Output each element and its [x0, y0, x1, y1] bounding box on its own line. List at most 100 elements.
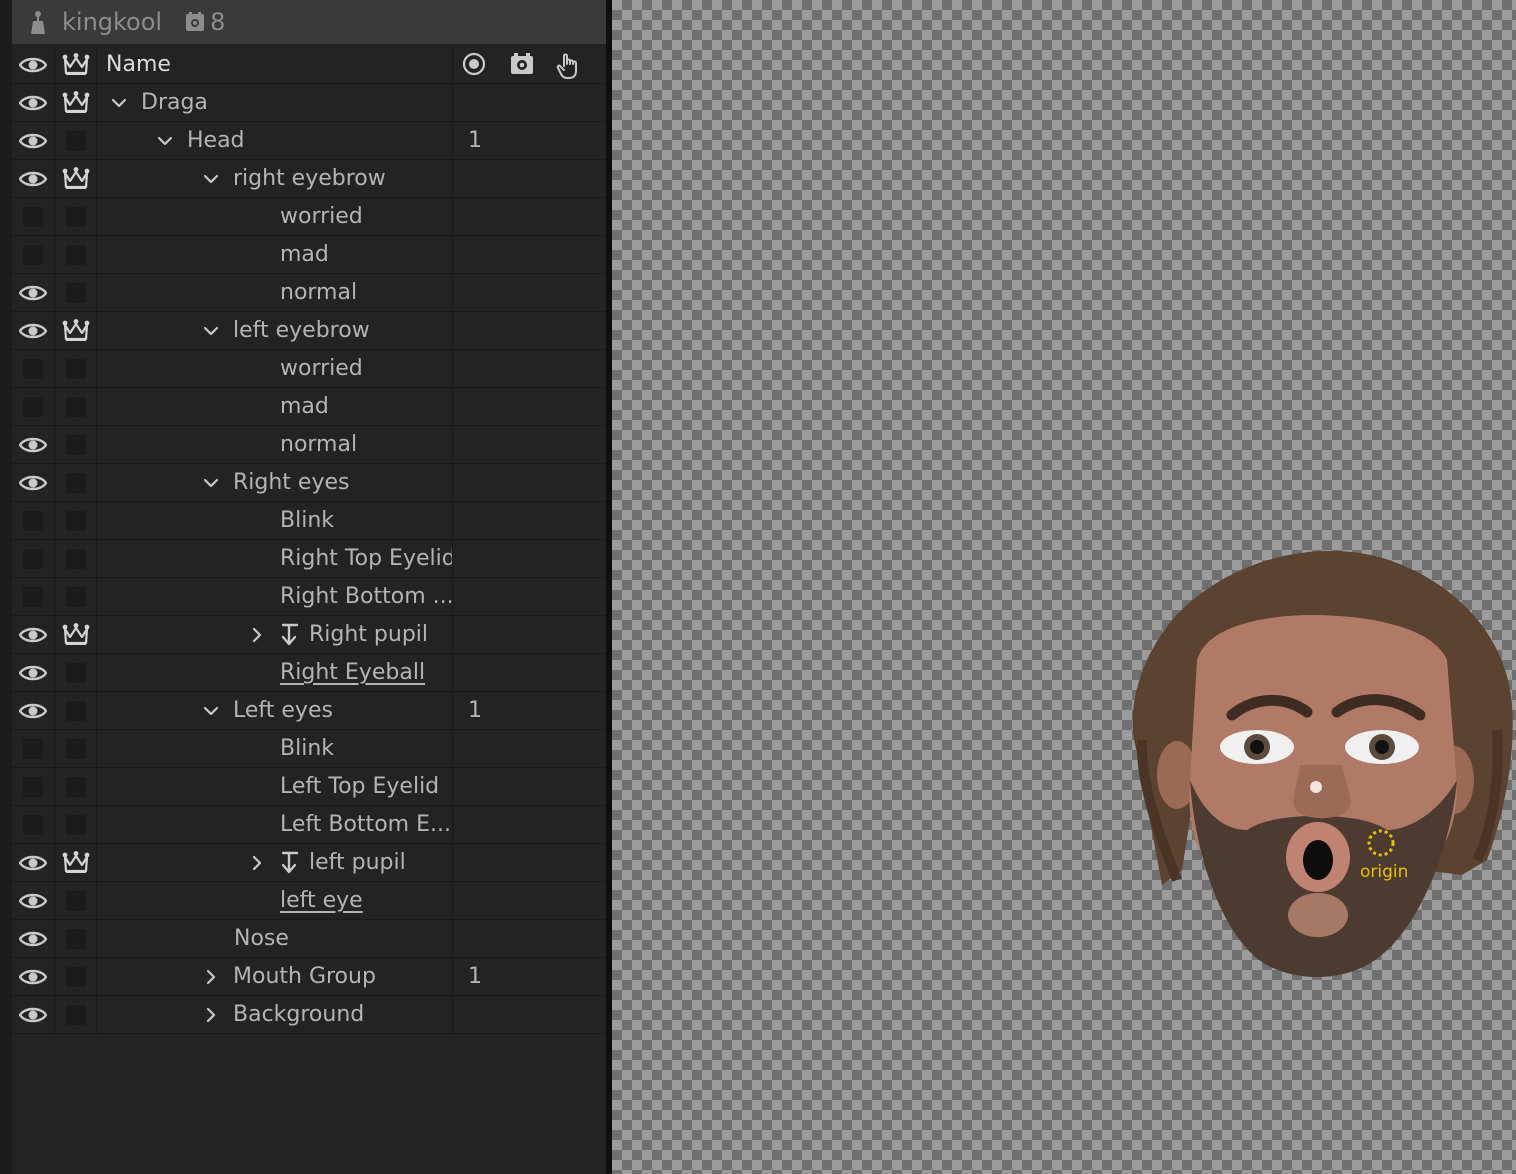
- layer-row[interactable]: left pupil: [12, 844, 606, 882]
- layer-name-cell[interactable]: Head: [97, 122, 453, 159]
- visibility-toggle[interactable]: [12, 996, 55, 1033]
- layer-name-cell[interactable]: normal: [97, 274, 453, 311]
- arm-toggle[interactable]: [55, 274, 97, 311]
- layer-name-cell[interactable]: left eye: [97, 882, 453, 919]
- visibility-toggle[interactable]: [12, 464, 55, 501]
- chevron-right-icon[interactable]: [203, 969, 219, 985]
- visibility-toggle[interactable]: [12, 768, 55, 805]
- layer-row[interactable]: left eye: [12, 882, 606, 920]
- layer-name-cell[interactable]: right eyebrow: [97, 160, 453, 197]
- visibility-column-header[interactable]: [12, 46, 55, 83]
- layer-row[interactable]: Left Bottom E...: [12, 806, 606, 844]
- layer-name-cell[interactable]: Left Top Eyelid: [97, 768, 453, 805]
- layer-name-cell[interactable]: worried: [97, 198, 453, 235]
- arm-toggle[interactable]: [55, 654, 97, 691]
- layer-row[interactable]: worried: [12, 350, 606, 388]
- arm-toggle[interactable]: [55, 882, 97, 919]
- layer-row[interactable]: right eyebrow: [12, 160, 606, 198]
- arm-toggle[interactable]: [55, 84, 97, 121]
- visibility-toggle[interactable]: [12, 806, 55, 843]
- arm-toggle[interactable]: [55, 198, 97, 235]
- visibility-toggle[interactable]: [12, 84, 55, 121]
- visibility-toggle[interactable]: [12, 122, 55, 159]
- layer-row[interactable]: Nose: [12, 920, 606, 958]
- visibility-toggle[interactable]: [12, 198, 55, 235]
- arm-toggle[interactable]: [55, 692, 97, 729]
- arm-toggle[interactable]: [55, 920, 97, 957]
- visibility-toggle[interactable]: [12, 882, 55, 919]
- chevron-right-icon[interactable]: [249, 855, 265, 871]
- layer-row[interactable]: left eyebrow: [12, 312, 606, 350]
- arm-toggle[interactable]: [55, 236, 97, 273]
- layer-row[interactable]: Blink: [12, 502, 606, 540]
- layer-name-cell[interactable]: Nose: [97, 920, 453, 957]
- layer-name-cell[interactable]: Left Bottom E...: [97, 806, 453, 843]
- arm-toggle[interactable]: [55, 540, 97, 577]
- visibility-toggle[interactable]: [12, 388, 55, 425]
- layer-name-cell[interactable]: worried: [97, 350, 453, 387]
- layer-name-cell[interactable]: Background: [97, 996, 453, 1033]
- layer-row[interactable]: Head 1: [12, 122, 606, 160]
- layer-row[interactable]: Right Top Eyelid: [12, 540, 606, 578]
- arm-toggle[interactable]: [55, 122, 97, 159]
- behavior-column-icon[interactable]: [510, 52, 534, 82]
- arm-toggle[interactable]: [55, 426, 97, 463]
- visibility-toggle[interactable]: [12, 578, 55, 615]
- hand-pointer-icon[interactable]: [556, 52, 582, 86]
- layer-row[interactable]: normal: [12, 426, 606, 464]
- chevron-down-icon[interactable]: [157, 133, 173, 149]
- arm-toggle[interactable]: [55, 502, 97, 539]
- visibility-toggle[interactable]: [12, 920, 55, 957]
- arm-toggle[interactable]: [55, 806, 97, 843]
- arm-toggle[interactable]: [55, 578, 97, 615]
- visibility-toggle[interactable]: [12, 312, 55, 349]
- visibility-toggle[interactable]: [12, 730, 55, 767]
- layer-name-cell[interactable]: Right pupil: [97, 616, 453, 653]
- arm-toggle[interactable]: [55, 768, 97, 805]
- layer-row[interactable]: Right pupil: [12, 616, 606, 654]
- layer-name-cell[interactable]: left eyebrow: [97, 312, 453, 349]
- layer-name-cell[interactable]: Right Top Eyelid: [97, 540, 453, 577]
- chevron-right-icon[interactable]: [203, 1007, 219, 1023]
- chevron-down-icon[interactable]: [203, 475, 219, 491]
- layer-row[interactable]: Draga: [12, 84, 606, 122]
- chevron-down-icon[interactable]: [203, 323, 219, 339]
- visibility-toggle[interactable]: [12, 654, 55, 691]
- chevron-down-icon[interactable]: [203, 171, 219, 187]
- chevron-down-icon[interactable]: [203, 703, 219, 719]
- layer-name-cell[interactable]: Right Bottom ...: [97, 578, 453, 615]
- visibility-toggle[interactable]: [12, 274, 55, 311]
- visibility-toggle[interactable]: [12, 350, 55, 387]
- layer-row[interactable]: Blink: [12, 730, 606, 768]
- arm-toggle[interactable]: [55, 160, 97, 197]
- chevron-right-icon[interactable]: [249, 627, 265, 643]
- layer-name-cell[interactable]: mad: [97, 388, 453, 425]
- layer-row[interactable]: Right Eyeball: [12, 654, 606, 692]
- visibility-toggle[interactable]: [12, 692, 55, 729]
- layer-row[interactable]: Left eyes 1: [12, 692, 606, 730]
- arm-toggle[interactable]: [55, 730, 97, 767]
- layer-row[interactable]: Background: [12, 996, 606, 1034]
- layer-name-cell[interactable]: normal: [97, 426, 453, 463]
- scene-canvas[interactable]: origin: [612, 0, 1516, 1174]
- layer-row[interactable]: Left Top Eyelid: [12, 768, 606, 806]
- visibility-toggle[interactable]: [12, 160, 55, 197]
- visibility-toggle[interactable]: [12, 958, 55, 995]
- layer-name-cell[interactable]: Right Eyeball: [97, 654, 453, 691]
- arm-toggle[interactable]: [55, 616, 97, 653]
- layer-row[interactable]: mad: [12, 388, 606, 426]
- arm-toggle[interactable]: [55, 996, 97, 1033]
- chevron-down-icon[interactable]: [111, 95, 127, 111]
- layer-row[interactable]: worried: [12, 198, 606, 236]
- layer-row[interactable]: Right Bottom ...: [12, 578, 606, 616]
- layer-name-cell[interactable]: Draga: [97, 84, 453, 121]
- layer-name-cell[interactable]: Blink: [97, 730, 453, 767]
- visibility-toggle[interactable]: [12, 502, 55, 539]
- layer-name-cell[interactable]: Right eyes: [97, 464, 453, 501]
- layer-name-cell[interactable]: Blink: [97, 502, 453, 539]
- layer-name-cell[interactable]: left pupil: [97, 844, 453, 881]
- record-target-icon[interactable]: [462, 52, 486, 82]
- arm-toggle[interactable]: [55, 844, 97, 881]
- arm-toggle[interactable]: [55, 464, 97, 501]
- arm-column-header[interactable]: [55, 46, 97, 83]
